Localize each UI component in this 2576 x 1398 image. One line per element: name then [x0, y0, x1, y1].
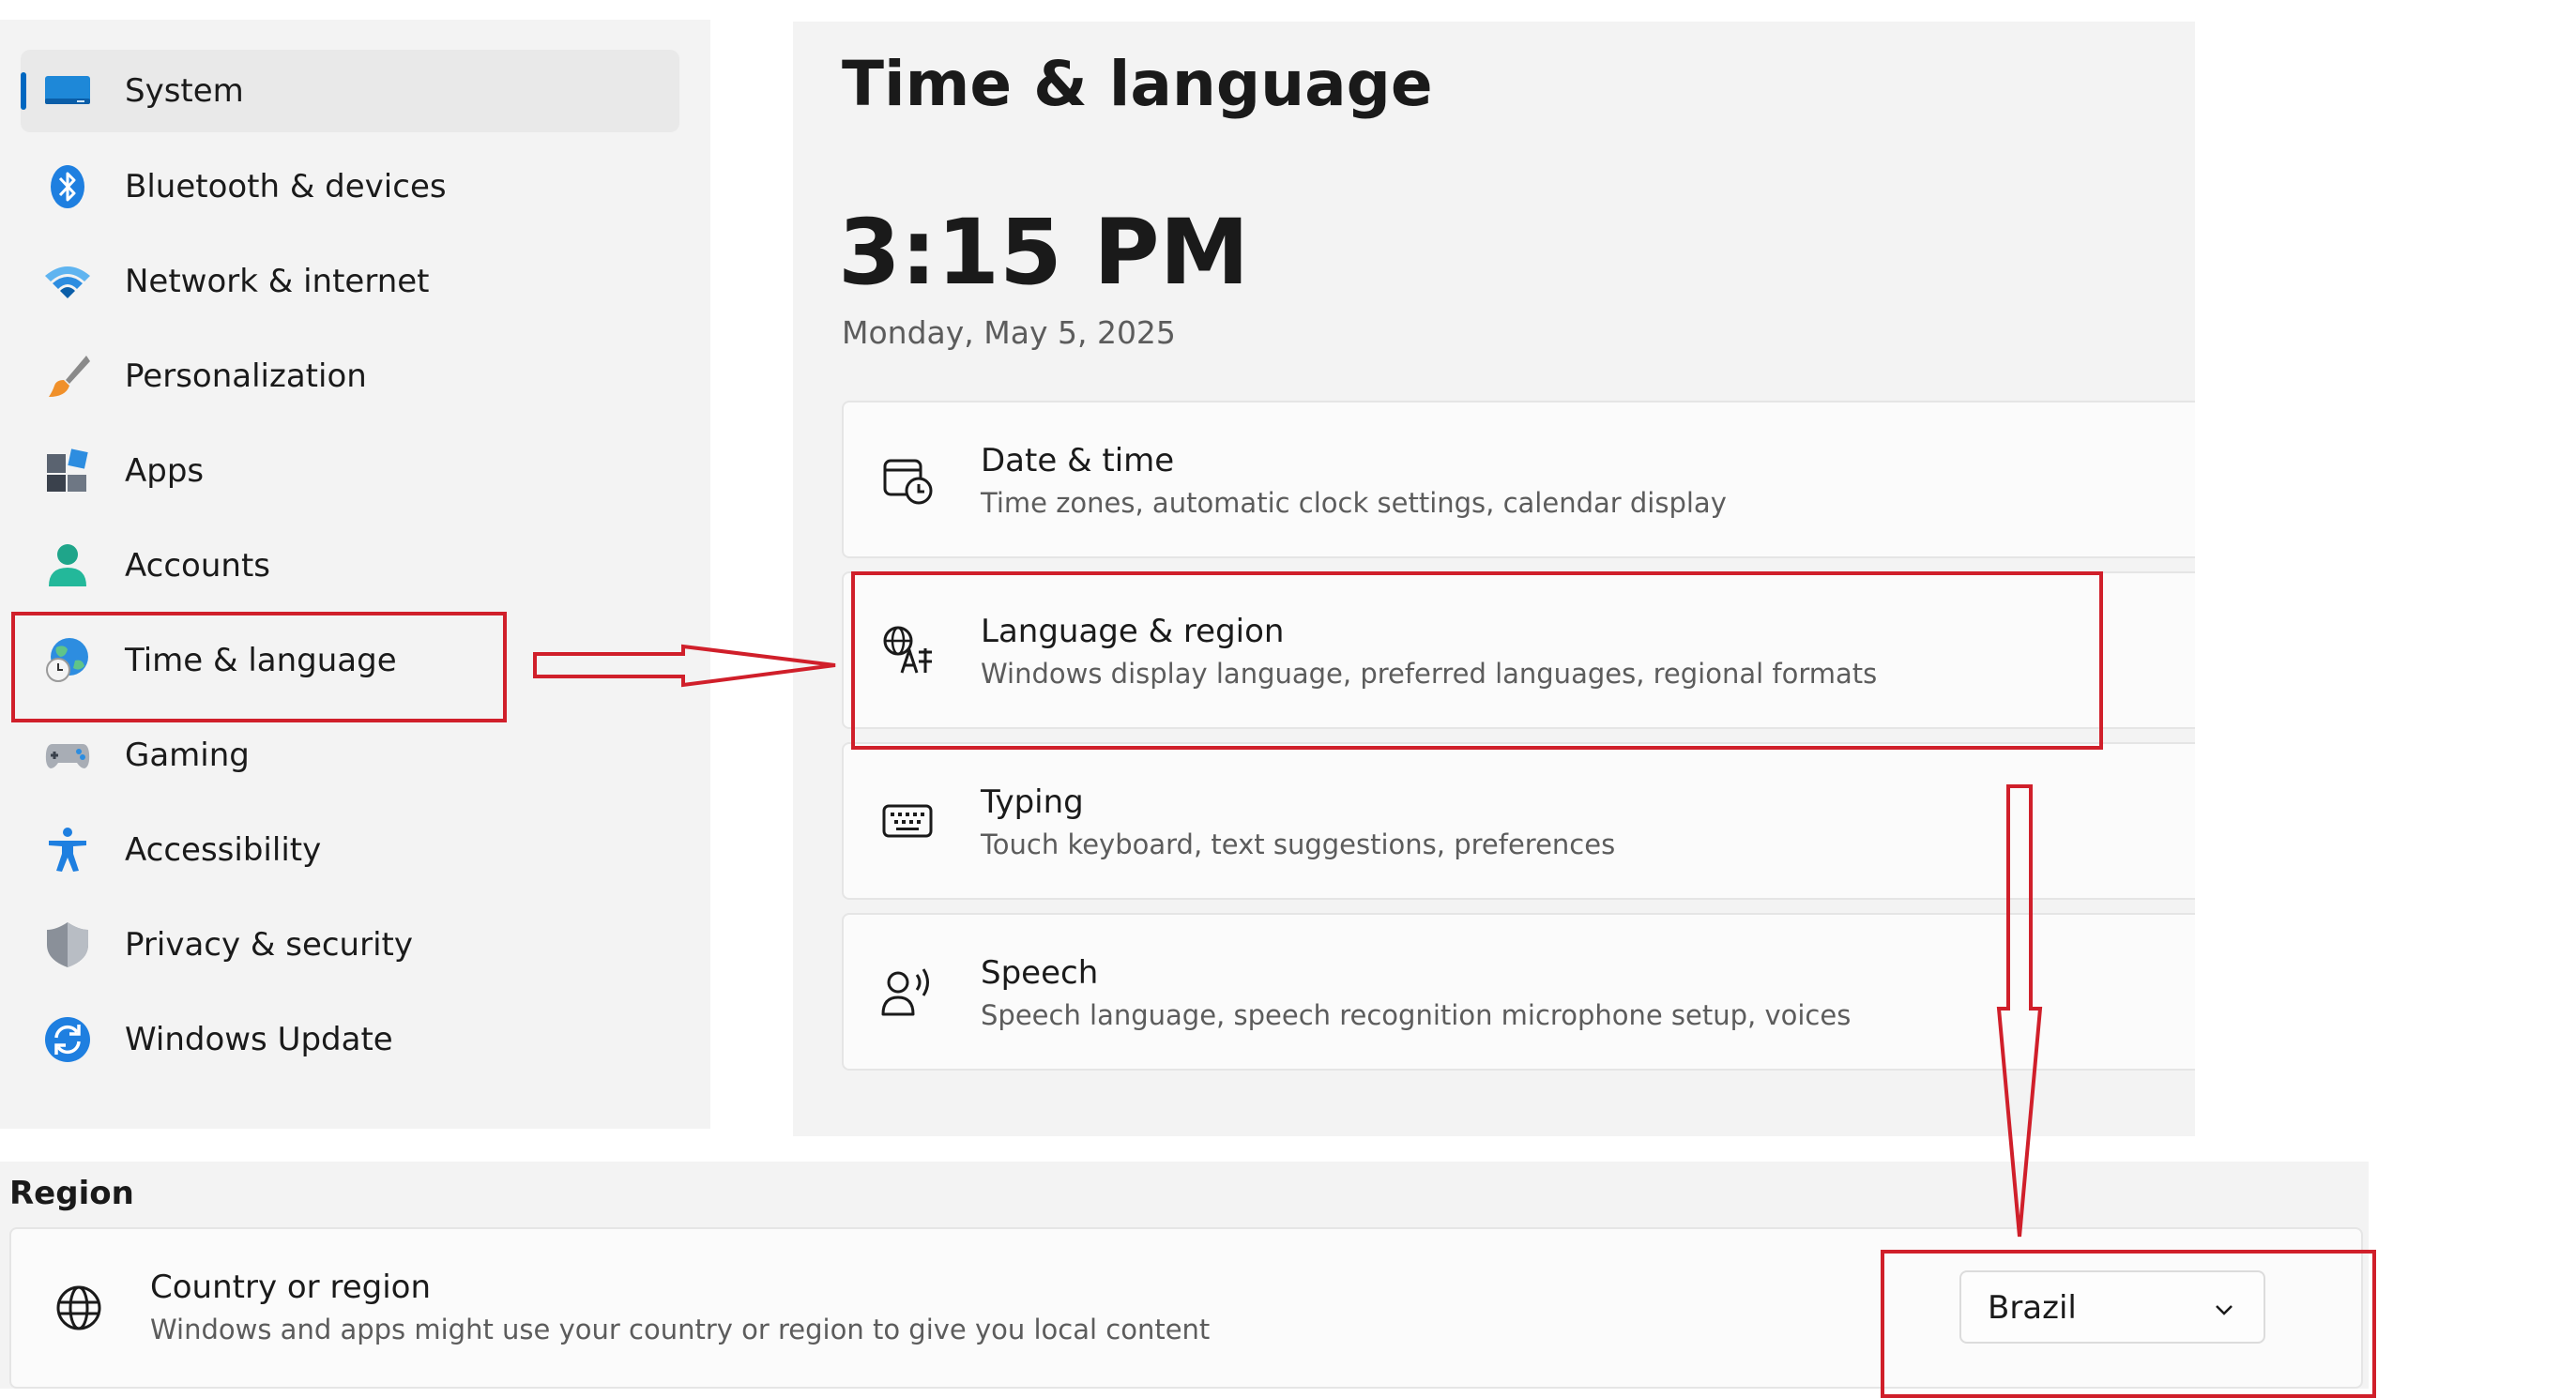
globe-clock-icon: [46, 638, 88, 682]
calendar-clock-icon: [883, 459, 933, 505]
card-language-region[interactable]: Language & region Windows display langua…: [842, 571, 2195, 729]
sidebar-item-network[interactable]: Network & internet: [21, 240, 679, 323]
wifi-icon: [45, 266, 90, 298]
current-date: Monday, May 5, 2025: [842, 314, 1176, 351]
sidebar-item-bluetooth[interactable]: Bluetooth & devices: [21, 145, 679, 228]
sidebar-item-apps[interactable]: Apps: [21, 430, 679, 512]
selection-indicator: [21, 72, 26, 110]
gamepad-icon: [45, 744, 90, 768]
sidebar-item-accessibility[interactable]: Accessibility: [21, 809, 679, 891]
sidebar-item-label: Personalization: [125, 357, 367, 395]
card-title: Typing: [981, 783, 1084, 821]
sidebar-item-label: Accessibility: [125, 831, 322, 869]
settings-sidebar: System Bluetooth & devices Network & int…: [0, 20, 710, 1129]
bluetooth-icon: [51, 165, 84, 208]
sidebar-item-label: Time & language: [125, 642, 397, 679]
sidebar-item-label: Gaming: [125, 737, 250, 774]
card-description: Touch keyboard, text suggestions, prefer…: [981, 828, 1616, 860]
sidebar-item-accounts[interactable]: Accounts: [21, 524, 679, 607]
card-description: Speech language, speech recognition micr…: [981, 999, 1852, 1031]
sidebar-item-personalization[interactable]: Personalization: [21, 335, 679, 418]
sidebar-item-system[interactable]: System: [21, 50, 679, 132]
setting-title: Country or region: [150, 1269, 431, 1306]
section-title: Region: [9, 1175, 134, 1212]
person-icon: [49, 544, 86, 586]
setting-description: Windows and apps might use your country …: [150, 1314, 1211, 1345]
country-dropdown[interactable]: Brazil: [1959, 1270, 2265, 1344]
chevron-down-icon: [2216, 1305, 2233, 1315]
card-speech[interactable]: Speech Speech language, speech recogniti…: [842, 913, 2195, 1071]
card-title: Speech: [981, 954, 1099, 992]
sidebar-item-label: Privacy & security: [125, 926, 413, 964]
card-date-time[interactable]: Date & time Time zones, automatic clock …: [842, 401, 2195, 558]
dropdown-selected-value: Brazil: [1988, 1289, 2077, 1327]
country-or-region-setting: Country or region Windows and apps might…: [9, 1227, 2363, 1389]
keyboard-icon: [882, 804, 933, 838]
accessibility-icon: [49, 828, 86, 872]
sidebar-item-label: System: [125, 72, 244, 110]
sidebar-item-gaming[interactable]: Gaming: [21, 714, 679, 797]
shield-icon: [47, 922, 88, 967]
update-icon: [45, 1017, 90, 1062]
brush-icon: [49, 356, 90, 397]
card-description: Time zones, automatic clock settings, ca…: [981, 487, 1727, 519]
sidebar-item-label: Accounts: [125, 547, 270, 585]
sidebar-item-label: Apps: [125, 452, 205, 490]
region-section: Region Country or region Windows and app…: [0, 1162, 2369, 1389]
current-time: 3:15 PM: [838, 200, 1250, 305]
card-title: Date & time: [981, 442, 1175, 479]
sidebar-item-time-language[interactable]: Time & language: [21, 619, 679, 702]
speech-icon: [881, 968, 929, 1016]
apps-icon: [47, 448, 88, 492]
sidebar-item-label: Bluetooth & devices: [125, 168, 447, 205]
card-title: Language & region: [981, 613, 1285, 650]
page-title: Time & language: [842, 48, 1433, 120]
language-icon: [883, 626, 932, 674]
card-typing[interactable]: Typing Touch keyboard, text suggestions,…: [842, 742, 2195, 900]
globe-icon: [56, 1285, 101, 1330]
sidebar-item-label: Network & internet: [125, 263, 430, 300]
time-language-page: Time & language 3:15 PM Monday, May 5, 2…: [793, 22, 2195, 1136]
sidebar-item-label: Windows Update: [125, 1021, 393, 1058]
sidebar-item-windows-update[interactable]: Windows Update: [21, 998, 679, 1081]
card-description: Windows display language, preferred lang…: [981, 658, 1878, 690]
sidebar-item-privacy[interactable]: Privacy & security: [21, 904, 679, 986]
monitor-icon: [45, 76, 90, 104]
